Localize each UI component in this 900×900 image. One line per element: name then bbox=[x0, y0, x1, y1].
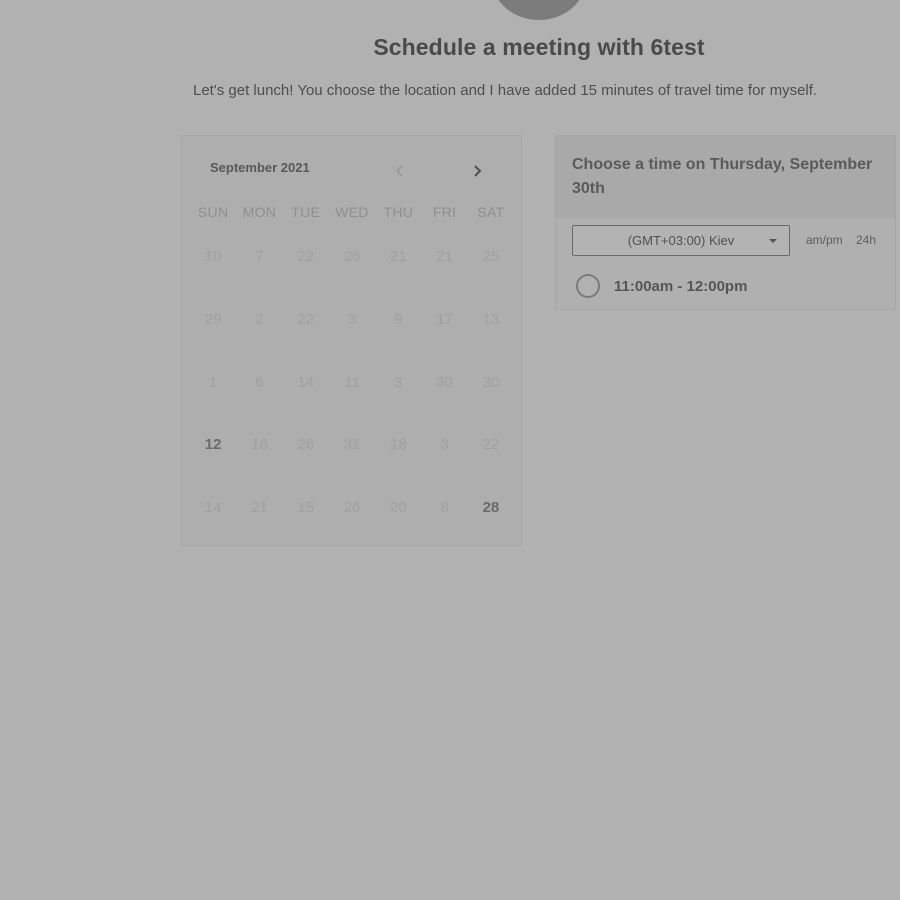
weekday-sat: SAT bbox=[477, 204, 505, 220]
calendar-day[interactable]: 20 bbox=[375, 491, 421, 554]
calendar-day[interactable]: 28 bbox=[468, 491, 514, 554]
chevron-right-icon bbox=[474, 165, 482, 177]
weekday-thu: THU bbox=[383, 204, 414, 220]
timezone-select[interactable]: (GMT+03:00) Kiev bbox=[572, 225, 790, 256]
page-description: Let's get lunch! You choose the location… bbox=[193, 82, 818, 99]
weekday-header: SUN MON TUE WED THU FRI SAT bbox=[190, 204, 514, 220]
time-panel: Choose a time on Thursday, September 30t… bbox=[555, 135, 896, 310]
calendar-day[interactable]: 26 bbox=[329, 240, 375, 303]
calendar-day[interactable]: 17 bbox=[421, 303, 467, 366]
next-month-button[interactable] bbox=[467, 162, 487, 180]
calendar-day[interactable]: 21 bbox=[236, 491, 282, 554]
calendar-day[interactable]: 1 bbox=[190, 366, 236, 429]
calendar-day[interactable]: 21 bbox=[421, 240, 467, 303]
caret-down-icon bbox=[769, 239, 777, 243]
calendar-day[interactable]: 15 bbox=[283, 491, 329, 554]
calendar-day[interactable]: 8 bbox=[421, 491, 467, 554]
calendar-day[interactable]: 13 bbox=[468, 303, 514, 366]
calendar-day[interactable]: 22 bbox=[283, 303, 329, 366]
calendar-day[interactable]: 22 bbox=[283, 240, 329, 303]
time-panel-heading: Choose a time on Thursday, September 30t… bbox=[556, 136, 895, 218]
calendar-day[interactable]: 9 bbox=[375, 303, 421, 366]
weekday-fri: FRI bbox=[432, 204, 457, 220]
calendar-day[interactable]: 14 bbox=[190, 491, 236, 554]
calendar-day[interactable]: 30 bbox=[421, 366, 467, 429]
time-slot-radio[interactable] bbox=[576, 274, 600, 298]
weekday-sun: SUN bbox=[197, 204, 229, 220]
calendar-day[interactable]: 14 bbox=[283, 366, 329, 429]
calendar-day[interactable]: 10 bbox=[190, 240, 236, 303]
calendar-day[interactable]: 31 bbox=[329, 428, 375, 491]
calendar-day[interactable]: 30 bbox=[468, 366, 514, 429]
calendar-day[interactable]: 6 bbox=[236, 366, 282, 429]
calendar-day[interactable]: 26 bbox=[329, 491, 375, 554]
calendar-day[interactable]: 18 bbox=[375, 428, 421, 491]
calendar-day[interactable]: 3 bbox=[375, 366, 421, 429]
calendar-day[interactable]: 3 bbox=[421, 428, 467, 491]
timezone-value: (GMT+03:00) Kiev bbox=[627, 233, 735, 248]
calendar-day[interactable]: 21 bbox=[375, 240, 421, 303]
calendar: September 2021 SUN MON TUE WED THU FRI SAT 10 7… bbox=[181, 135, 522, 546]
calendar-day[interactable]: 25 bbox=[468, 240, 514, 303]
time-slot-label: 11:00am - 12:00pm bbox=[614, 277, 748, 295]
prev-month-button[interactable] bbox=[390, 162, 410, 180]
time-slot[interactable]: 11:00am - 12:00pm bbox=[576, 274, 747, 298]
calendar-day[interactable]: 12 bbox=[190, 428, 236, 491]
weekday-tue: TUE bbox=[291, 204, 321, 220]
calendar-day[interactable]: 26 bbox=[283, 428, 329, 491]
page-title: Schedule a meeting with 6test bbox=[373, 34, 705, 60]
day-grid: 10 7 22 26 21 21 25 29 2 22 3 9 17 13 1 6 14 11 3 30 30 12 16 2… bbox=[190, 240, 514, 554]
calendar-day[interactable]: 22 bbox=[468, 428, 514, 491]
weekday-wed: WED bbox=[335, 204, 369, 220]
calendar-day[interactable]: 2 bbox=[236, 303, 282, 366]
month-label: September 2021 bbox=[210, 160, 310, 175]
calendar-day[interactable]: 29 bbox=[190, 303, 236, 366]
chevron-left-icon bbox=[395, 165, 403, 177]
avatar bbox=[492, 0, 586, 20]
calendar-day[interactable]: 3 bbox=[329, 303, 375, 366]
calendar-day[interactable]: 7 bbox=[236, 240, 282, 303]
calendar-day[interactable]: 11 bbox=[329, 366, 375, 429]
format-ampm-toggle[interactable]: am/pm bbox=[806, 233, 843, 247]
format-24h-toggle[interactable]: 24h bbox=[856, 233, 876, 247]
calendar-day[interactable]: 16 bbox=[236, 428, 282, 491]
weekday-mon: MON bbox=[242, 204, 277, 220]
